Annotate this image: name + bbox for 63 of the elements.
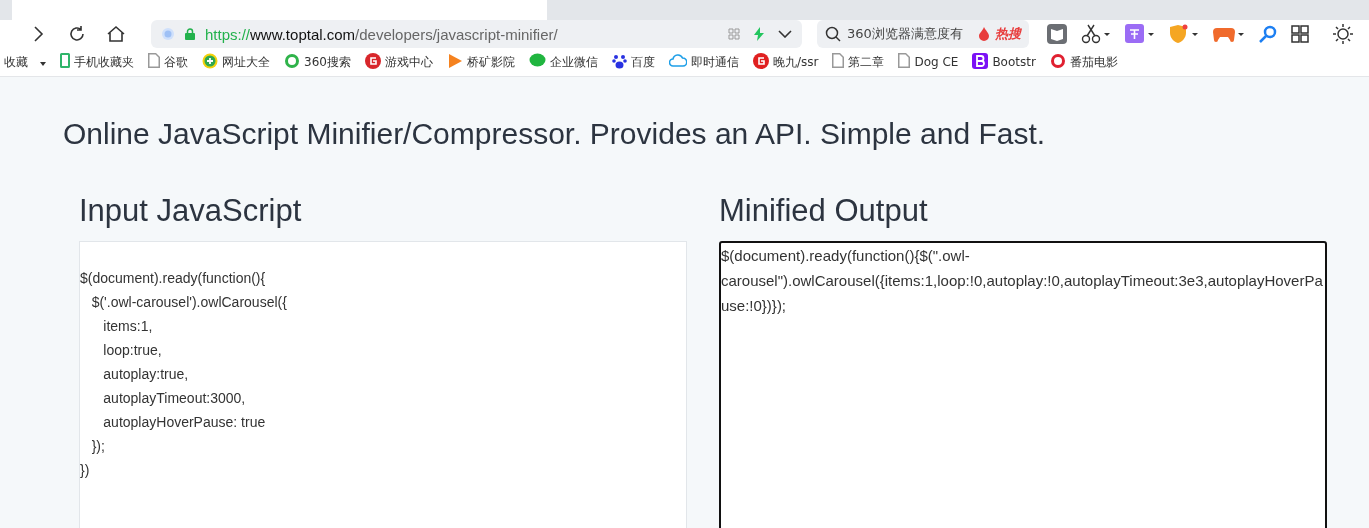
chat-icon [528, 53, 546, 68]
phone-icon [60, 53, 70, 68]
page-icon [148, 53, 160, 68]
bookmark-item[interactable]: 企业微信 [528, 53, 598, 71]
play-icon [446, 52, 463, 69]
bookmark-item[interactable]: 谷歌 [148, 53, 188, 71]
grid-icon[interactable] [1291, 25, 1309, 43]
ring-icon [284, 52, 300, 69]
code-line: $('.owl-carousel').owlCarousel({ [90, 293, 288, 312]
code-line: autoplayHoverPause: true [102, 413, 267, 432]
search-field[interactable]: 360浏览器满意度有 热搜 [817, 20, 1029, 48]
code-line: $(document).ready(function(){ [80, 269, 267, 288]
bookmark-item[interactable]: 第二章 [832, 53, 885, 71]
shield-icon[interactable] [1169, 24, 1199, 44]
search-placeholder: 360浏览器满意度有 [847, 25, 964, 43]
game-icon [364, 52, 381, 69]
panel-title: Minified Output [719, 193, 929, 229]
b-square-icon [972, 52, 989, 69]
bookmark-item[interactable]: 桥矿影院 [446, 52, 515, 72]
bookmark-item[interactable]: 网址大全 [202, 52, 270, 72]
code-line: items:1, [102, 317, 154, 336]
url-text: https://www.toptal.com/developers/javascript-minifier/ [205, 25, 558, 43]
input-code-field[interactable]: $(document).ready(function(){ $('.owl-carousel').owlCarousel({ items:1, loop:true, autoplay:true, autoplayTimeout:3000, autoplayHoverPause: true }); }) [79, 241, 687, 528]
bookmarks-menu[interactable]: 收藏 [4, 53, 46, 71]
lock-icon [185, 28, 195, 40]
caret-icon [40, 62, 46, 66]
code-line: }); [90, 437, 106, 456]
bookmark-item[interactable]: Bootstr [972, 52, 1036, 72]
flame-icon [979, 27, 989, 41]
plus-icon [202, 52, 218, 69]
bookmark-item[interactable]: 游戏中心 [364, 52, 433, 72]
home-icon[interactable] [106, 24, 126, 44]
site-icon [161, 27, 175, 41]
chevron-down-icon[interactable] [778, 30, 792, 38]
address-field[interactable]: https://www.toptal.com/developers/javascript-minifier/ [151, 20, 802, 48]
game-icon [752, 52, 769, 69]
bookmark-item[interactable]: 番茄电影 [1049, 52, 1118, 72]
panel-title: Input JavaScript [79, 193, 303, 229]
bookmark-item[interactable]: Dog CE [898, 53, 959, 71]
scissors-icon[interactable] [1081, 24, 1111, 44]
page-subtitle: Online JavaScript Minifier/Compressor. Provides an API. Simple and Fast. [63, 117, 1047, 151]
bookmark-item[interactable]: 百度 [611, 52, 655, 72]
search-icon [825, 26, 841, 42]
ring-icon [1049, 52, 1066, 69]
page-icon [832, 53, 845, 68]
book-icon[interactable] [1047, 24, 1067, 44]
reload-icon[interactable] [67, 24, 87, 44]
code-line: loop:true, [102, 341, 163, 360]
cloud-icon [668, 54, 687, 67]
code-line: autoplayTimeout:3000, [102, 389, 247, 408]
page-icon [898, 53, 911, 68]
paw-icon [611, 52, 627, 69]
output-field[interactable]: $(document).ready(function(){$(".owl-carousel").owlCarousel({items:1,loop:!0,autoplay:!0,autoplayTimeout:3e3,autoplayHoverPause:!0})}); [719, 241, 1327, 528]
bookmark-item[interactable]: 手机收藏夹 [60, 53, 134, 71]
code-line: autoplay:true, [102, 365, 190, 384]
bookmark-item[interactable]: 即时通信 [668, 53, 739, 71]
translate-icon[interactable] [1125, 24, 1155, 44]
bookmarks-label: 收藏 [4, 53, 28, 71]
bookmark-item[interactable]: 晚九/ssr [752, 52, 819, 72]
code-line: }) [80, 461, 91, 480]
hot-search-label[interactable]: 热搜 [995, 25, 1021, 43]
sun-icon[interactable] [1333, 24, 1353, 44]
bookmark-item[interactable]: 360搜索 [284, 52, 351, 72]
